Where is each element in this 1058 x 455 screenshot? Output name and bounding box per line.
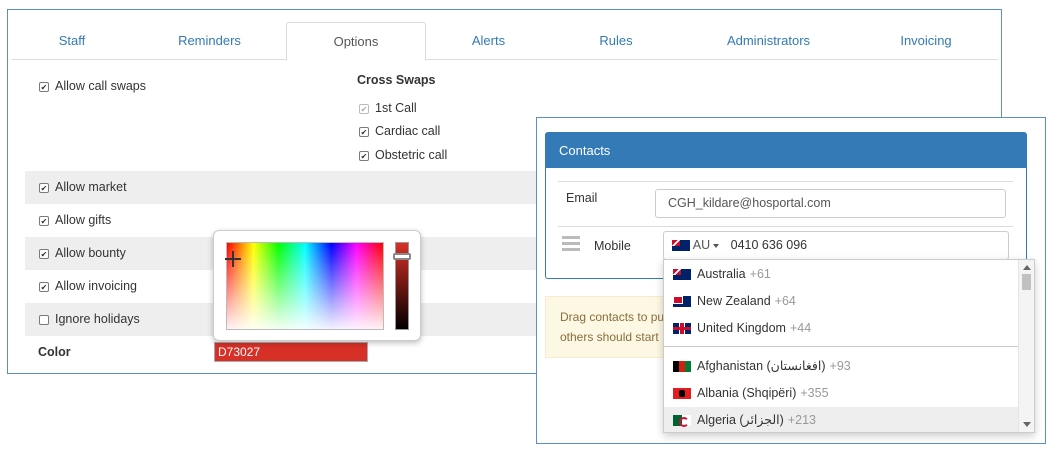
allow-call-swaps-label: Allow call swaps xyxy=(55,79,147,93)
allow-gifts-label: Allow gifts xyxy=(55,213,112,227)
mobile-label: Mobile xyxy=(594,239,631,253)
country-dial-code: +213 xyxy=(787,413,816,427)
mobile-number: 0410 636 096 xyxy=(730,238,808,252)
allow-call-swaps-checkbox[interactable] xyxy=(39,82,49,92)
tab-invoicing[interactable]: Invoicing xyxy=(856,22,996,60)
country-option[interactable]: Albania (Shqipëri) +355 xyxy=(664,380,1019,407)
drag-handle-icon[interactable] xyxy=(562,236,580,252)
contacts-header: Contacts xyxy=(546,133,1026,168)
tab-administrators[interactable]: Administrators xyxy=(681,22,856,60)
divider xyxy=(558,181,1013,182)
country-name: Australia xyxy=(697,267,746,281)
tab-staff[interactable]: Staff xyxy=(12,22,132,60)
mobile-field[interactable]: AU 0410 636 096 xyxy=(663,231,1009,260)
cross-swap-cardiac-checkbox[interactable] xyxy=(359,127,369,137)
ignore-holidays-checkbox[interactable] xyxy=(39,315,49,325)
country-dial-code: +64 xyxy=(774,294,796,308)
country-option[interactable]: United Kingdom +44 xyxy=(664,315,1019,342)
country-dial-code: +93 xyxy=(829,359,851,373)
scroll-up-icon[interactable] xyxy=(1023,265,1031,270)
saturation-value-area[interactable] xyxy=(225,242,384,330)
color-label: Color xyxy=(38,345,71,359)
scrollbar-thumb[interactable] xyxy=(1022,274,1031,290)
australia-flag-icon xyxy=(673,269,691,281)
drag-contacts-note: Drag contacts to pu others should start xyxy=(545,296,665,358)
drag-note-line: Drag contacts to pu xyxy=(560,310,665,324)
tab-options[interactable]: Options xyxy=(286,22,426,61)
cross-swaps-title: Cross Swaps xyxy=(357,73,436,87)
new-zealand-flag-icon xyxy=(673,296,691,308)
allow-bounty-checkbox[interactable] xyxy=(39,249,49,259)
albania-flag-icon xyxy=(673,388,691,400)
email-field[interactable]: CGH_kildare@hosportal.com xyxy=(655,189,1006,218)
country-option[interactable]: Algeria (‫الجزائر‬‎) +213 xyxy=(664,407,1019,432)
country-dial-code: +61 xyxy=(749,267,771,281)
cross-swap-label: Cardiac call xyxy=(375,124,441,138)
color-input[interactable]: D73027 xyxy=(214,342,368,362)
allow-bounty-label: Allow bounty xyxy=(55,246,126,260)
divider xyxy=(558,226,1013,227)
allow-invoicing-label: Allow invoicing xyxy=(55,279,137,293)
email-label: Email xyxy=(566,191,598,205)
lightness-slider[interactable] xyxy=(393,242,411,330)
australia-flag-icon[interactable] xyxy=(672,240,690,252)
tab-alerts[interactable]: Alerts xyxy=(426,22,551,60)
allow-gifts-checkbox[interactable] xyxy=(39,216,49,226)
tab-reminders[interactable]: Reminders xyxy=(132,22,287,60)
crosshair-cursor-icon[interactable] xyxy=(225,251,241,267)
cross-swap-obstetric-checkbox[interactable] xyxy=(359,151,369,161)
country-option[interactable]: New Zealand +64 xyxy=(664,288,1019,315)
country-name: Algeria (‫الجزائر‬‎) xyxy=(697,413,784,427)
drag-note-line: others should start xyxy=(560,330,659,344)
scroll-down-icon[interactable] xyxy=(1023,422,1031,427)
tab-rules[interactable]: Rules xyxy=(551,22,681,60)
country-name: Albania (Shqipëri) xyxy=(697,386,797,400)
afghanistan-flag-icon xyxy=(673,361,691,373)
country-name: Afghanistan (‫افغانستان‬‎) xyxy=(697,359,826,373)
chevron-down-icon[interactable] xyxy=(713,243,720,248)
country-dial-code: +44 xyxy=(789,321,812,335)
mobile-country-code[interactable]: AU xyxy=(693,238,710,252)
allow-market-checkbox[interactable] xyxy=(39,183,49,193)
dropdown-scrollbar[interactable] xyxy=(1018,260,1034,432)
country-option[interactable]: Afghanistan (‫افغانستان‬‎) +93 xyxy=(664,353,1019,380)
color-picker-popover xyxy=(213,230,421,341)
lightness-slider-handle[interactable] xyxy=(393,253,411,260)
contacts-box: Contacts Email CGH_kildare@hosportal.com… xyxy=(545,132,1027,279)
united-kingdom-flag-icon xyxy=(673,323,691,335)
algeria-flag-icon xyxy=(673,415,691,428)
country-name: United Kingdom xyxy=(697,321,786,335)
country-dropdown: Australia +61 New Zealand +64 United Kingd… xyxy=(663,259,1035,433)
ignore-holidays-label: Ignore holidays xyxy=(55,312,140,326)
cross-swap-label: 1st Call xyxy=(375,101,417,115)
country-option[interactable]: Australia +61 xyxy=(664,261,1019,288)
cross-swap-1st-call-checkbox xyxy=(359,104,369,114)
allow-market-label: Allow market xyxy=(55,180,127,194)
dropdown-divider xyxy=(664,346,1019,347)
cross-swap-label: Obstetric call xyxy=(375,148,448,162)
country-name: New Zealand xyxy=(697,294,771,308)
country-dial-code: +355 xyxy=(800,386,829,400)
tab-bar: Staff Reminders Options Alerts Rules Adm… xyxy=(12,22,998,61)
allow-invoicing-checkbox[interactable] xyxy=(39,282,49,292)
